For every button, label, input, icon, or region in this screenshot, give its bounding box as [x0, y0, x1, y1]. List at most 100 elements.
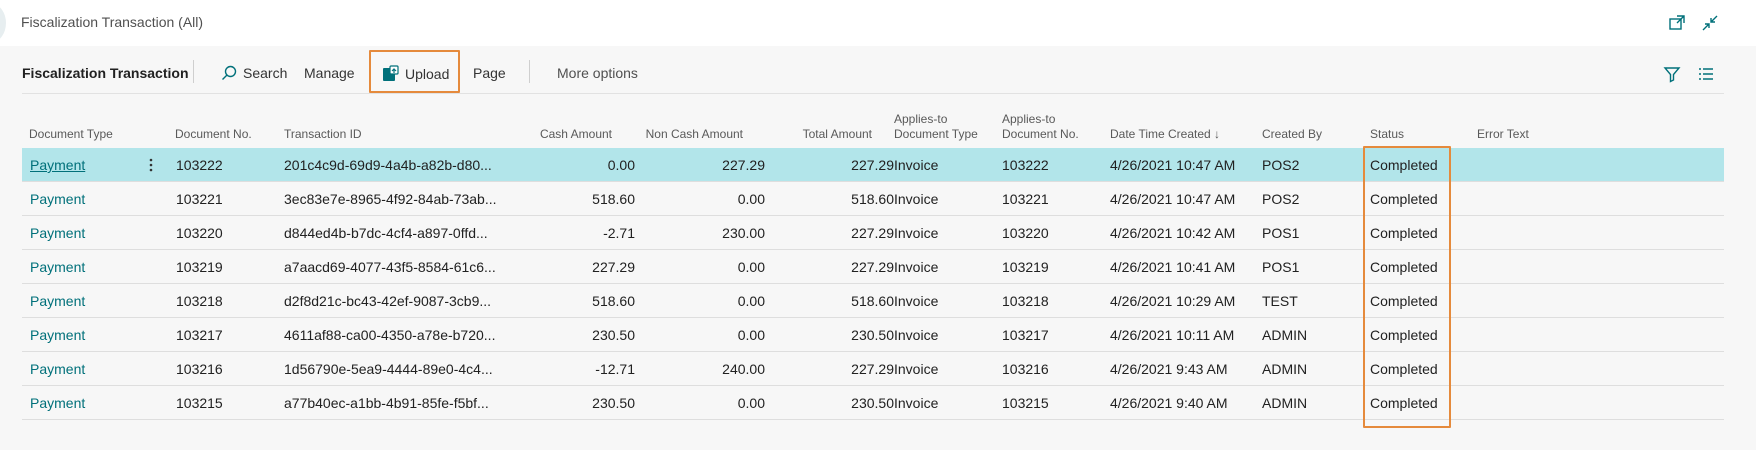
total-amount: 230.50: [851, 327, 894, 343]
transaction-id: d844ed4b-b7dc-4cf4-a897-0ffd...: [284, 225, 488, 241]
transaction-id: a77b40ec-a1bb-4b91-85fe-f5bf...: [284, 395, 489, 411]
document-no: 103221: [176, 191, 223, 207]
column-header-total-amount[interactable]: Total Amount: [750, 127, 872, 142]
total-amount: 227.29: [851, 225, 894, 241]
transaction-id: 201c4c9d-69d9-4a4b-a82b-d80...: [284, 157, 492, 173]
table-row[interactable]: Payment 103222 201c4c9d-69d9-4a4b-a82b-d…: [22, 148, 1724, 182]
date-time-created: 4/26/2021 10:42 AM: [1110, 225, 1236, 241]
page-label: Page: [473, 65, 506, 81]
document-no: 103222: [176, 157, 223, 173]
table-row[interactable]: Payment 103216 1d56790e-5ea9-4444-89e0-4…: [22, 352, 1724, 386]
document-type-link[interactable]: Payment: [30, 259, 85, 275]
page-content: Fiscalization Transaction Search Manage …: [0, 46, 1756, 450]
column-header-document-no[interactable]: Document No.: [175, 127, 252, 142]
document-type-link[interactable]: Payment: [30, 225, 85, 241]
back-button-edge[interactable]: [0, 4, 6, 42]
row-menu-icon[interactable]: [146, 156, 156, 174]
created-by: POS2: [1262, 157, 1300, 173]
document-type-link[interactable]: Payment: [30, 157, 85, 173]
table-row[interactable]: Payment 103215 a77b40ec-a1bb-4b91-85fe-f…: [22, 386, 1724, 420]
created-by: POS1: [1262, 225, 1300, 241]
column-header-line: Document Type: [894, 127, 978, 141]
document-no: 103215: [176, 395, 223, 411]
applies-to-document-type: Invoice: [894, 327, 939, 343]
column-header-created-by[interactable]: Created By: [1262, 127, 1322, 142]
applies-to-document-no: 103221: [1002, 191, 1049, 207]
transaction-id: 3ec83e7e-8965-4f92-84ab-73ab...: [284, 191, 497, 207]
non-cash-amount: 0.00: [737, 259, 765, 275]
created-by: POS2: [1262, 191, 1300, 207]
applies-to-document-no: 103215: [1002, 395, 1049, 411]
table-row[interactable]: Payment 103217 4611af88-ca00-4350-a78e-b…: [22, 318, 1724, 352]
total-amount: 518.60: [851, 191, 894, 207]
search-button[interactable]: Search: [221, 65, 287, 81]
column-header-error-text[interactable]: Error Text: [1477, 127, 1529, 142]
non-cash-amount: 0.00: [737, 395, 765, 411]
table-row[interactable]: Payment 103220 d844ed4b-b7dc-4cf4-a897-0…: [22, 216, 1724, 250]
applies-to-document-type: Invoice: [894, 191, 939, 207]
more-options-button[interactable]: More options: [557, 65, 638, 81]
cash-amount: 227.29: [592, 259, 635, 275]
document-no: 103219: [176, 259, 223, 275]
column-header-cash-amount[interactable]: Cash Amount: [500, 127, 612, 142]
column-header-non-cash-amount[interactable]: Non Cash Amount: [614, 127, 743, 142]
document-type-link[interactable]: Payment: [30, 293, 85, 309]
column-header-status[interactable]: Status: [1370, 127, 1404, 142]
document-type-link[interactable]: Payment: [30, 395, 85, 411]
created-by: ADMIN: [1262, 395, 1308, 411]
applies-to-document-no: 103216: [1002, 361, 1049, 377]
total-amount: 227.29: [851, 157, 894, 173]
applies-to-document-type: Invoice: [894, 361, 939, 377]
filter-icon[interactable]: [1663, 65, 1681, 88]
non-cash-amount: 0.00: [737, 293, 765, 309]
upload-highlight-annotation: [369, 50, 460, 93]
date-time-created: 4/26/2021 10:11 AM: [1110, 327, 1235, 343]
column-header-line: Document No.: [1002, 127, 1079, 141]
document-type-link[interactable]: Payment: [30, 361, 85, 377]
applies-to-document-no: 103217: [1002, 327, 1049, 343]
cash-amount: 230.50: [592, 395, 635, 411]
table-row[interactable]: Payment 103221 3ec83e7e-8965-4f92-84ab-7…: [22, 182, 1724, 216]
more-options-label: More options: [557, 65, 638, 81]
created-by: ADMIN: [1262, 361, 1308, 377]
created-by: ADMIN: [1262, 327, 1308, 343]
created-by: POS1: [1262, 259, 1300, 275]
transaction-id: 1d56790e-5ea9-4444-89e0-4c4...: [284, 361, 493, 377]
total-amount: 227.29: [851, 361, 894, 377]
cash-amount: 230.50: [592, 327, 635, 343]
column-header-date-time-created[interactable]: Date Time Created ↓: [1110, 127, 1220, 142]
column-header-applies-to-document-no[interactable]: Applies-to Document No.: [1002, 112, 1079, 142]
action-bar-divider: [529, 60, 530, 83]
document-type-link[interactable]: Payment: [30, 327, 85, 343]
date-time-created: 4/26/2021 9:43 AM: [1110, 361, 1228, 377]
list-view-icon[interactable]: [1697, 65, 1715, 88]
open-in-new-window-icon[interactable]: [1668, 14, 1686, 32]
title-bar: Fiscalization Transaction (All): [0, 0, 1756, 46]
table-row[interactable]: Payment 103219 a7aacd69-4077-43f5-8584-6…: [22, 250, 1724, 284]
column-header-applies-to-document-type[interactable]: Applies-to Document Type: [894, 112, 978, 142]
non-cash-amount: 0.00: [737, 191, 765, 207]
document-type-link[interactable]: Payment: [30, 191, 85, 207]
date-time-created: 4/26/2021 10:41 AM: [1110, 259, 1236, 275]
document-no: 103216: [176, 361, 223, 377]
manage-button[interactable]: Manage: [304, 65, 355, 81]
cash-amount: -2.71: [603, 225, 635, 241]
created-by: TEST: [1262, 293, 1298, 309]
column-header-transaction-id[interactable]: Transaction ID: [284, 127, 362, 142]
column-header-document-type[interactable]: Document Type: [29, 127, 113, 142]
page-button[interactable]: Page: [473, 65, 506, 81]
collapse-icon[interactable]: [1701, 14, 1719, 32]
action-bar-title: Fiscalization Transaction: [22, 65, 189, 81]
transaction-id: d2f8d21c-bc43-42ef-9087-3cb9...: [284, 293, 492, 309]
cash-amount: 518.60: [592, 191, 635, 207]
action-bar: Fiscalization Transaction Search Manage …: [22, 46, 1724, 94]
non-cash-amount: 230.00: [722, 225, 765, 241]
date-time-created: 4/26/2021 10:47 AM: [1110, 191, 1236, 207]
non-cash-amount: 227.29: [722, 157, 765, 173]
non-cash-amount: 240.00: [722, 361, 765, 377]
column-header-line: Applies-to: [894, 112, 948, 126]
date-time-created: 4/26/2021 10:47 AM: [1110, 157, 1236, 173]
cash-amount: 0.00: [607, 157, 635, 173]
table-row[interactable]: Payment 103218 d2f8d21c-bc43-42ef-9087-3…: [22, 284, 1724, 318]
applies-to-document-type: Invoice: [894, 395, 939, 411]
